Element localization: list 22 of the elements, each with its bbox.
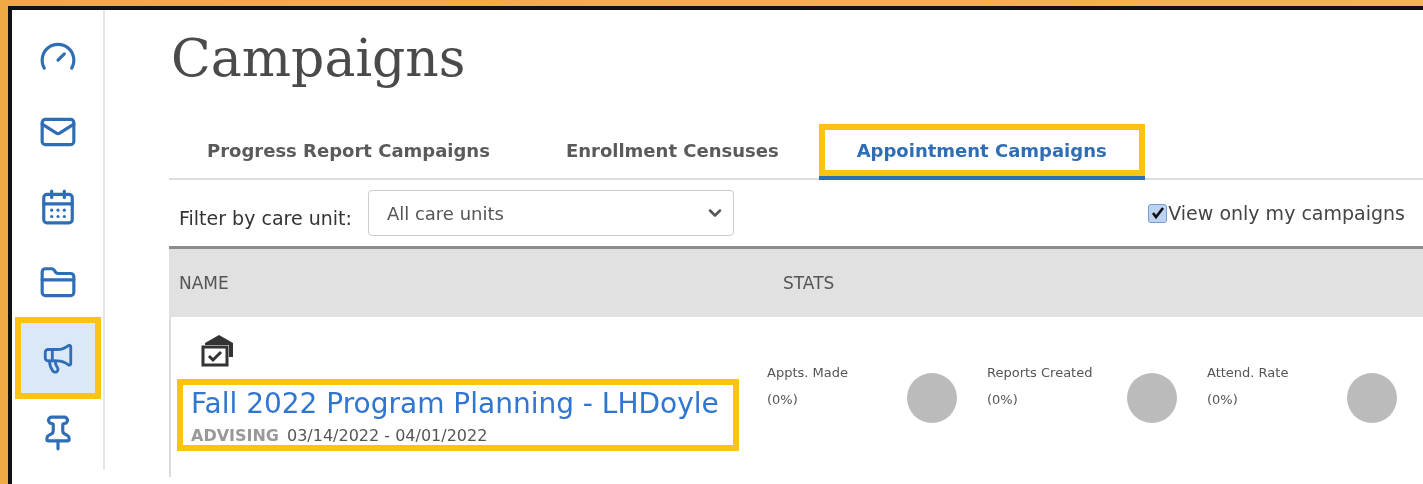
stat-label: Appts. Made bbox=[767, 365, 849, 380]
empty-pie-chart bbox=[1127, 373, 1177, 423]
stat-value: (0%) bbox=[767, 392, 799, 407]
empty-pie-chart bbox=[1347, 373, 1397, 423]
stat-value: (0%) bbox=[1207, 392, 1239, 407]
stat-value: (0%) bbox=[987, 392, 1019, 407]
checkbox[interactable] bbox=[1148, 203, 1168, 223]
tab[interactable]: Progress Report Campaigns bbox=[169, 124, 528, 180]
tab[interactable]: Enrollment Censuses bbox=[527, 124, 817, 180]
care-unit-select[interactable]: All care units bbox=[367, 190, 734, 236]
tab[interactable]: Appointment Campaigns bbox=[818, 124, 1145, 180]
page-title: Campaigns bbox=[171, 28, 467, 88]
category-label: ADVISING bbox=[191, 426, 279, 445]
date-range: 03/14/2022 - 04/01/2022 bbox=[287, 426, 488, 445]
column-header: NAME bbox=[178, 273, 230, 293]
column-header: STATS bbox=[782, 273, 835, 293]
campaign-link[interactable]: Fall 2022 Program Planning - LHDoyle bbox=[191, 387, 719, 420]
stat-label: Reports Created bbox=[987, 365, 1094, 380]
stat-label: Attend. Rate bbox=[1207, 365, 1290, 380]
filter-label: Filter by care unit: bbox=[179, 207, 352, 229]
check-icon bbox=[1150, 206, 1165, 220]
empty-pie-chart bbox=[907, 373, 957, 423]
